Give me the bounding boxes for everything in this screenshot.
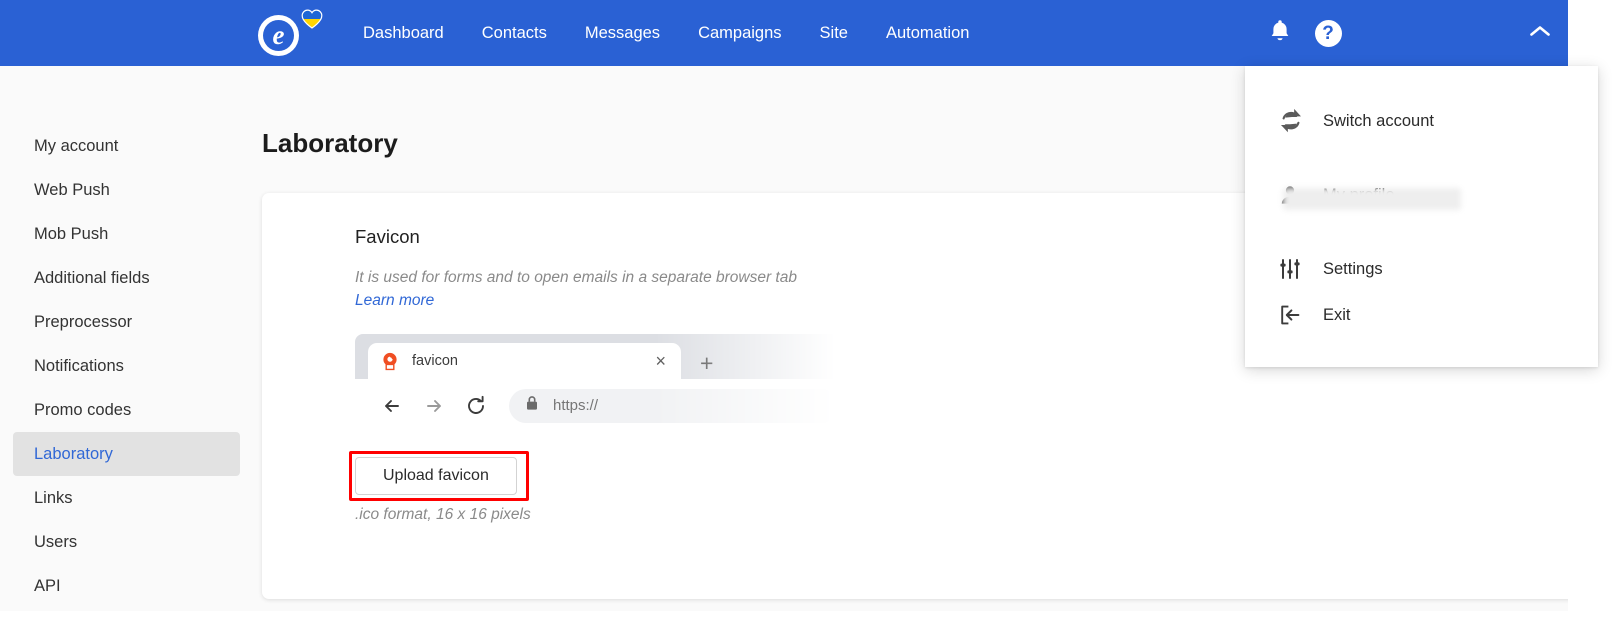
browser-url-bar[interactable]: https:// — [509, 388, 839, 423]
sliders-icon — [1279, 258, 1317, 280]
profile-account-name-redacted — [1283, 188, 1461, 210]
upload-format-hint: .ico format, 16 x 16 pixels — [355, 506, 531, 524]
nav-item-campaigns[interactable]: Campaigns — [679, 17, 800, 49]
bell-icon — [1268, 18, 1292, 49]
menu-item-label: Exit — [1323, 305, 1351, 324]
sidebar-item-label: Additional fields — [34, 268, 150, 287]
account-menu-toggle[interactable] — [1512, 0, 1568, 66]
sidebar-item-web-push[interactable]: Web Push — [13, 168, 240, 212]
logo-circle-icon: e — [258, 14, 299, 56]
account-dropdown-menu: Switch account My profile Settings — [1245, 66, 1598, 367]
sidebar-item-label: Notifications — [34, 356, 124, 375]
sidebar-item-label: Users — [34, 532, 78, 551]
menu-item-switch-account[interactable]: Switch account — [1245, 98, 1598, 144]
nav-item-automation[interactable]: Automation — [867, 17, 988, 49]
browser-preview: favicon × + https:// — [355, 334, 845, 433]
chevron-up-icon — [1528, 23, 1552, 44]
browser-toolbar: https:// — [355, 379, 845, 433]
ukraine-heart-icon — [301, 9, 323, 29]
sidebar-item-mob-push[interactable]: Mob Push — [13, 212, 240, 256]
sidebar-item-label: Links — [34, 488, 73, 507]
logout-icon — [1279, 304, 1317, 326]
site-favicon-icon — [380, 351, 400, 371]
sidebar-item-notifications[interactable]: Notifications — [13, 344, 240, 388]
sidebar-item-label: API — [34, 576, 61, 595]
sidebar-item-my-account[interactable]: My account — [13, 124, 240, 168]
settings-sidebar: My account Web Push Mob Push Additional … — [0, 66, 253, 621]
page-bottom-strip — [0, 611, 1568, 621]
sidebar-item-links[interactable]: Links — [13, 476, 240, 520]
nav-item-contacts[interactable]: Contacts — [463, 17, 566, 49]
arrow-left-icon[interactable] — [371, 385, 413, 427]
app-window: My account Web Push Mob Push Additional … — [0, 0, 1622, 621]
menu-item-label: Settings — [1323, 259, 1383, 278]
nav-item-dashboard[interactable]: Dashboard — [344, 17, 463, 49]
help-icon: ? — [1314, 19, 1342, 47]
close-icon[interactable]: × — [652, 352, 669, 370]
page-title: Laboratory — [262, 128, 398, 158]
sidebar-item-users[interactable]: Users — [13, 520, 240, 564]
sidebar-item-additional-fields[interactable]: Additional fields — [13, 256, 240, 300]
sidebar-item-preprocessor[interactable]: Preprocessor — [13, 300, 240, 344]
browser-tab[interactable]: favicon × — [368, 343, 681, 380]
upload-favicon-block: Upload favicon .ico format, 16 x 16 pixe… — [349, 451, 1608, 524]
sidebar-item-laboratory[interactable]: Laboratory — [13, 432, 240, 476]
help-button[interactable]: ? — [1304, 9, 1352, 57]
sidebar-item-label: My account — [34, 136, 119, 155]
sidebar-item-promo-codes[interactable]: Promo codes — [13, 388, 240, 432]
browser-url-text: https:// — [553, 397, 599, 415]
nav-item-site[interactable]: Site — [801, 17, 867, 49]
sidebar-item-label: Promo codes — [34, 400, 132, 419]
menu-item-label: Switch account — [1323, 111, 1434, 130]
arrow-right-icon[interactable] — [413, 385, 455, 427]
menu-item-exit[interactable]: Exit — [1245, 292, 1598, 338]
primary-nav: Dashboard Contacts Messages Campaigns Si… — [344, 17, 988, 49]
top-navigation-bar: e Dashboard Contacts Messages Campaigns … — [0, 0, 1568, 66]
browser-tab-title: favicon — [412, 353, 458, 370]
reload-icon[interactable] — [455, 385, 497, 427]
esputnik-logo[interactable]: e — [258, 8, 324, 58]
sidebar-item-label: Laboratory — [34, 444, 113, 463]
sidebar-item-label: Preprocessor — [34, 312, 133, 331]
sidebar-item-label: Web Push — [34, 180, 110, 199]
logo-letter: e — [272, 19, 285, 50]
sidebar-item-label: Mob Push — [34, 224, 109, 243]
lock-icon — [525, 395, 539, 416]
menu-item-settings[interactable]: Settings — [1245, 246, 1598, 292]
upload-favicon-button[interactable]: Upload favicon — [355, 457, 517, 496]
sidebar-item-api[interactable]: API — [13, 564, 240, 608]
switch-account-icon — [1279, 109, 1317, 133]
topbar-actions: ? — [1256, 0, 1568, 66]
notifications-button[interactable] — [1256, 9, 1304, 57]
nav-item-messages[interactable]: Messages — [566, 17, 679, 49]
new-tab-icon[interactable]: + — [700, 352, 713, 375]
learn-more-link[interactable]: Learn more — [355, 292, 434, 310]
